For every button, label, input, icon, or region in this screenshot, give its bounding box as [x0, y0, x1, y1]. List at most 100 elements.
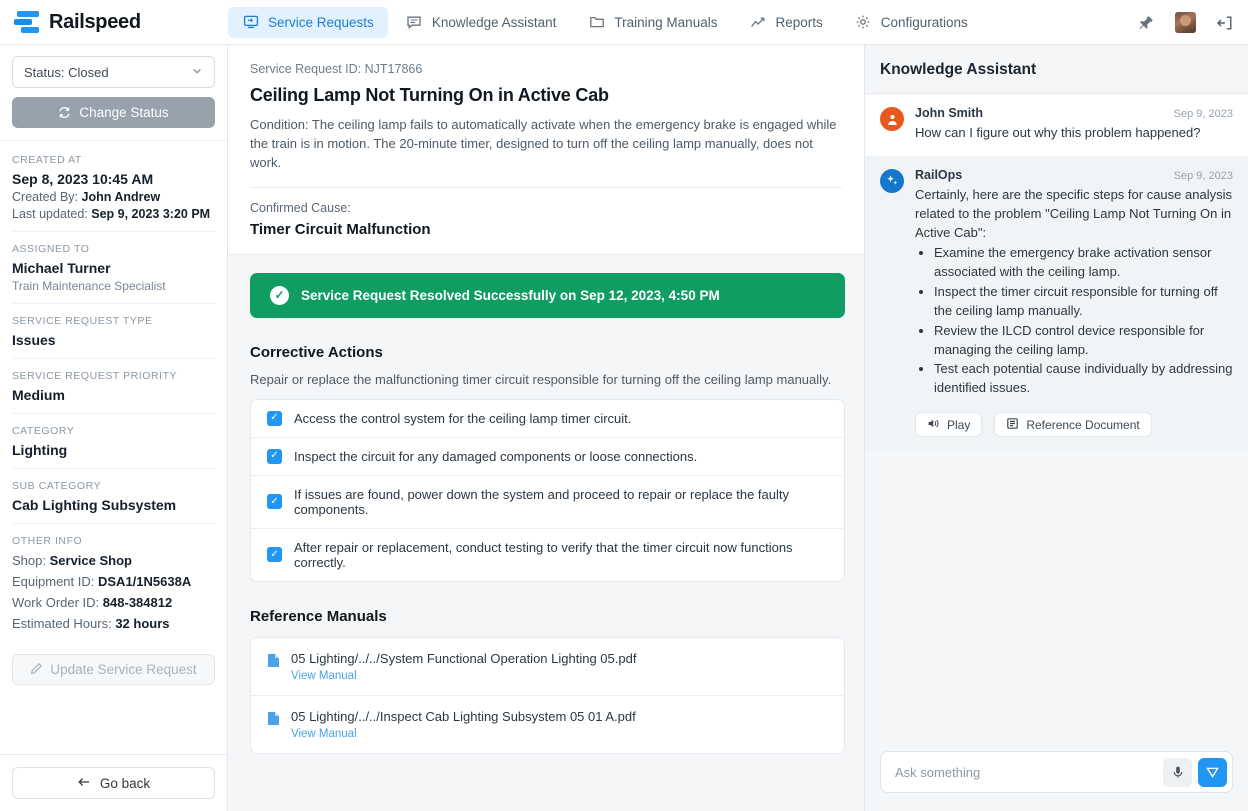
field-label: SERVICE REQUEST TYPE	[12, 315, 153, 327]
assigned-to-value: Michael Turner	[12, 260, 111, 276]
ask-input[interactable]	[895, 764, 1157, 780]
update-button-label: Update Service Request	[50, 662, 197, 677]
document-icon	[267, 711, 280, 740]
estimated-hours-line: Estimated Hours: 32 hours	[12, 616, 215, 631]
nav-item-knowledge-assistant[interactable]: Knowledge Assistant	[392, 7, 571, 38]
play-label: Play	[947, 417, 971, 432]
nav-item-reports[interactable]: Reports	[735, 7, 836, 38]
field-created-at: CREATED AT Sep 8, 2023 10:45 AM Created …	[12, 141, 215, 232]
table-row[interactable]: ✓ Access the control system for the ceil…	[251, 400, 844, 438]
nav-label: Configurations	[880, 14, 968, 30]
nav-item-service-requests[interactable]: Service Requests	[228, 6, 388, 38]
list-item[interactable]: 05 Lighting/../../Inspect Cab Lighting S…	[251, 696, 844, 753]
equipment-value: DSA1/1N5638A	[98, 574, 192, 589]
created-at-value: Sep 8, 2023 10:45 AM	[12, 171, 154, 187]
equipment-label: Equipment ID:	[12, 574, 95, 589]
table-row[interactable]: ✓ After repair or replacement, conduct t…	[251, 529, 844, 581]
send-button[interactable]	[1198, 757, 1227, 787]
refresh-icon	[58, 106, 71, 119]
topbar-right-actions	[1136, 0, 1235, 45]
field-label: ASSIGNED TO	[12, 243, 90, 255]
field-label: CREATED AT	[12, 154, 82, 166]
task-checkbox[interactable]: ✓	[267, 494, 282, 510]
go-back-label: Go back	[99, 775, 151, 791]
task-checkbox[interactable]: ✓	[267, 410, 282, 426]
brand: Railspeed	[0, 10, 228, 34]
task-label: Access the control system for the ceilin…	[294, 410, 632, 426]
page-title: Ceiling Lamp Not Turning On in Active Ca…	[250, 85, 609, 105]
shop-value: Service Shop	[49, 553, 132, 568]
reference-manuals-list: 05 Lighting/../../System Functional Oper…	[250, 636, 845, 754]
message-header: John Smith Sep 9, 2023	[915, 106, 1233, 120]
bullet-item: Review the ILCD control device responsib…	[934, 322, 1233, 360]
message-intro: Certainly, here are the specific steps f…	[915, 186, 1232, 240]
microphone-icon[interactable]	[1163, 757, 1192, 787]
pin-icon[interactable]	[1136, 13, 1156, 33]
status-select[interactable]: Status: Closed	[12, 56, 215, 88]
nav-item-configurations[interactable]: Configurations	[841, 7, 982, 38]
update-service-request-button[interactable]: Update Service Request	[12, 654, 215, 685]
nav-label: Reports	[775, 14, 823, 30]
user-avatar-icon	[880, 107, 904, 131]
sub-category-value: Cab Lighting Subsystem	[12, 497, 177, 513]
resolved-banner-text: Service Request Resolved Successfully on…	[301, 287, 720, 303]
play-button[interactable]: Play	[915, 412, 983, 438]
last-updated-value: Sep 9, 2023 3:20 PM	[91, 207, 211, 221]
bullet-item: Test each potential cause individually b…	[934, 360, 1233, 398]
shop-line: Shop: Service Shop	[12, 553, 215, 568]
folder-icon	[588, 14, 605, 31]
left-sidebar: Status: Closed Change Status CREATED AT …	[0, 45, 228, 811]
work-order-label: Work Order ID:	[12, 595, 100, 610]
field-other-info: OTHER INFO Shop: Service Shop Equipment …	[12, 524, 215, 641]
priority-value: Medium	[12, 387, 65, 403]
logout-icon[interactable]	[1215, 13, 1235, 33]
sidebar-status-section: Status: Closed Change Status	[0, 45, 227, 141]
chat-icon	[406, 14, 423, 31]
field-assigned-to: ASSIGNED TO Michael Turner Train Mainten…	[12, 232, 215, 304]
corrective-actions-description: Repair or replace the malfunctioning tim…	[250, 371, 832, 387]
monitor-icon	[242, 14, 259, 31]
list-item[interactable]: 05 Lighting/../../System Functional Oper…	[251, 638, 844, 696]
manual-name: 05 Lighting/../../Inspect Cab Lighting S…	[291, 708, 636, 724]
field-category: CATEGORY Lighting	[12, 414, 215, 469]
table-row[interactable]: ✓ Inspect the circuit for any damaged co…	[251, 438, 844, 476]
chat-composer-area	[865, 751, 1248, 811]
bullet-item: Inspect the timer circuit responsible fo…	[934, 283, 1233, 321]
reference-document-button[interactable]: Reference Document	[994, 412, 1152, 438]
created-by-value: John Andrew	[81, 190, 161, 204]
chat-message-user: John Smith Sep 9, 2023 How can I figure …	[865, 94, 1248, 156]
category-value: Lighting	[12, 442, 68, 458]
sparkle-icon	[880, 168, 904, 193]
field-label: SERVICE REQUEST PRIORITY	[12, 370, 178, 382]
user-avatar[interactable]	[1175, 12, 1196, 33]
chat-messages: John Smith Sep 9, 2023 How can I figure …	[865, 94, 1248, 751]
sidebar-footer: Go back	[0, 754, 227, 811]
last-updated-label: Last updated:	[12, 207, 88, 221]
message-text: How can I figure out why this problem ha…	[915, 125, 1201, 140]
knowledge-assistant-panel: Knowledge Assistant John Smith Sep 9, 20…	[864, 45, 1248, 811]
check-circle-icon: ✓	[270, 285, 289, 305]
message-date: Sep 9, 2023	[1173, 169, 1233, 182]
nav-item-training-manuals[interactable]: Training Manuals	[574, 7, 731, 38]
message-actions: Play Reference Document	[915, 412, 1233, 438]
confirmed-cause-value: Timer Circuit Malfunction	[250, 220, 431, 238]
table-row[interactable]: ✓ If issues are found, power down the sy…	[251, 476, 844, 529]
message-bullets: Examine the emergency brake activation s…	[915, 244, 1233, 398]
change-status-button[interactable]: Change Status	[12, 97, 215, 128]
last-updated-line: Last updated: Sep 9, 2023 3:20 PM	[12, 207, 215, 221]
field-priority: SERVICE REQUEST PRIORITY Medium	[12, 359, 215, 414]
field-label: CATEGORY	[12, 425, 75, 437]
field-sub-category: SUB CATEGORY Cab Lighting Subsystem	[12, 469, 215, 524]
divider	[250, 186, 842, 188]
task-label: Inspect the circuit for any damaged comp…	[294, 448, 698, 464]
corrective-actions-title: Corrective Actions	[250, 343, 383, 361]
document-icon	[1006, 417, 1019, 433]
view-manual-link[interactable]: View Manual	[291, 728, 636, 740]
task-checkbox[interactable]: ✓	[267, 448, 282, 464]
view-manual-link[interactable]: View Manual	[291, 670, 636, 682]
created-by-line: Created By: John Andrew	[12, 190, 215, 204]
go-back-button[interactable]: Go back	[12, 767, 215, 799]
task-checkbox[interactable]: ✓	[267, 547, 282, 563]
reference-document-label: Reference Document	[1026, 417, 1140, 432]
nav-label: Service Requests	[268, 14, 374, 30]
